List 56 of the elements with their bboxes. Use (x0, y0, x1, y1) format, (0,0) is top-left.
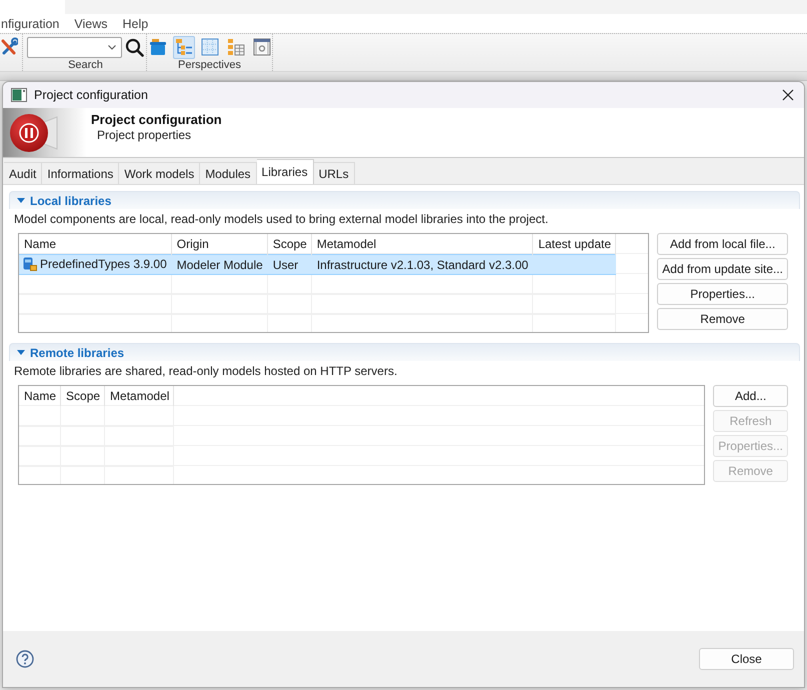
caret-down-icon[interactable] (17, 350, 25, 355)
column-header[interactable]: Metamodel (311, 234, 533, 254)
window-icon (11, 88, 27, 102)
perspective-button[interactable] (172, 36, 194, 58)
table-cell: PredefinedTypes 3.9.00 (40, 257, 167, 271)
column-header[interactable]: Name (19, 234, 172, 254)
action-button[interactable]: Properties... (657, 283, 788, 305)
column-header[interactable]: Latest update (532, 234, 616, 254)
column-header[interactable]: Scope (60, 386, 105, 406)
grid-icon (200, 38, 218, 56)
tools-icon[interactable] (0, 37, 18, 57)
section-description: Remote libraries are shared, read-only models hosted on HTTP servers. (14, 364, 398, 379)
section-title[interactable]: Remote libraries (30, 346, 124, 360)
column-header[interactable]: Scope (267, 234, 312, 254)
tab[interactable]: Audit (4, 162, 42, 184)
menu-item[interactable]: nfiguration (1, 16, 60, 30)
box-icon (148, 38, 166, 56)
header-title: Project configuration (91, 112, 222, 127)
action-button[interactable]: Remove (657, 308, 788, 330)
window-title: Project configuration (34, 88, 148, 102)
tab[interactable]: URLs (314, 162, 355, 184)
column-header[interactable]: Name (19, 386, 61, 406)
table-cell: Infrastructure v2.1.03, Standard v2.3.00 (316, 257, 528, 272)
tab[interactable]: Informations (42, 162, 120, 184)
close-button[interactable]: Close (699, 648, 794, 670)
search-field[interactable] (27, 36, 122, 58)
close-icon[interactable] (782, 89, 794, 101)
logo-icon (9, 112, 59, 154)
toolbar-group-label: Search (68, 60, 103, 71)
column-header[interactable]: Origin (171, 234, 268, 254)
tab[interactable]: Modules (200, 162, 257, 184)
caret-icon (108, 44, 116, 50)
perspective-button[interactable] (198, 36, 220, 58)
tab[interactable]: Libraries (256, 159, 314, 184)
tab[interactable]: Work models (119, 162, 200, 184)
toolbar-group-label: Perspectives (178, 60, 241, 71)
table-cell: Modeler Module (176, 257, 263, 272)
tree-icon (174, 38, 192, 56)
header-subtitle: Project properties (97, 128, 192, 142)
action-button[interactable]: Add from update site... (657, 258, 788, 280)
perspective-button[interactable] (250, 36, 272, 58)
table-row[interactable]: PredefinedTypes 3.9.00 Modeler Module User Infrastructure v2.1.03, Standard v2.3.00 (19, 254, 616, 274)
column-header[interactable]: Metamodel (104, 386, 174, 406)
list-icon (226, 38, 244, 56)
menu-item[interactable]: Views (74, 16, 108, 30)
search-icon[interactable] (125, 38, 144, 56)
action-button[interactable]: Add from local file... (657, 233, 788, 255)
help-icon[interactable] (16, 650, 34, 668)
table-cell: User (272, 257, 298, 272)
section-title[interactable]: Local libraries (30, 194, 112, 208)
package-icon (22, 256, 38, 272)
action-button[interactable]: Add... (713, 385, 788, 407)
section-description: Model components are local, read-only models used to bring external model libraries into the project. (14, 212, 550, 227)
menu-item[interactable]: Help (122, 16, 148, 30)
caret-down-icon[interactable] (17, 198, 25, 203)
window-icon (252, 38, 270, 56)
